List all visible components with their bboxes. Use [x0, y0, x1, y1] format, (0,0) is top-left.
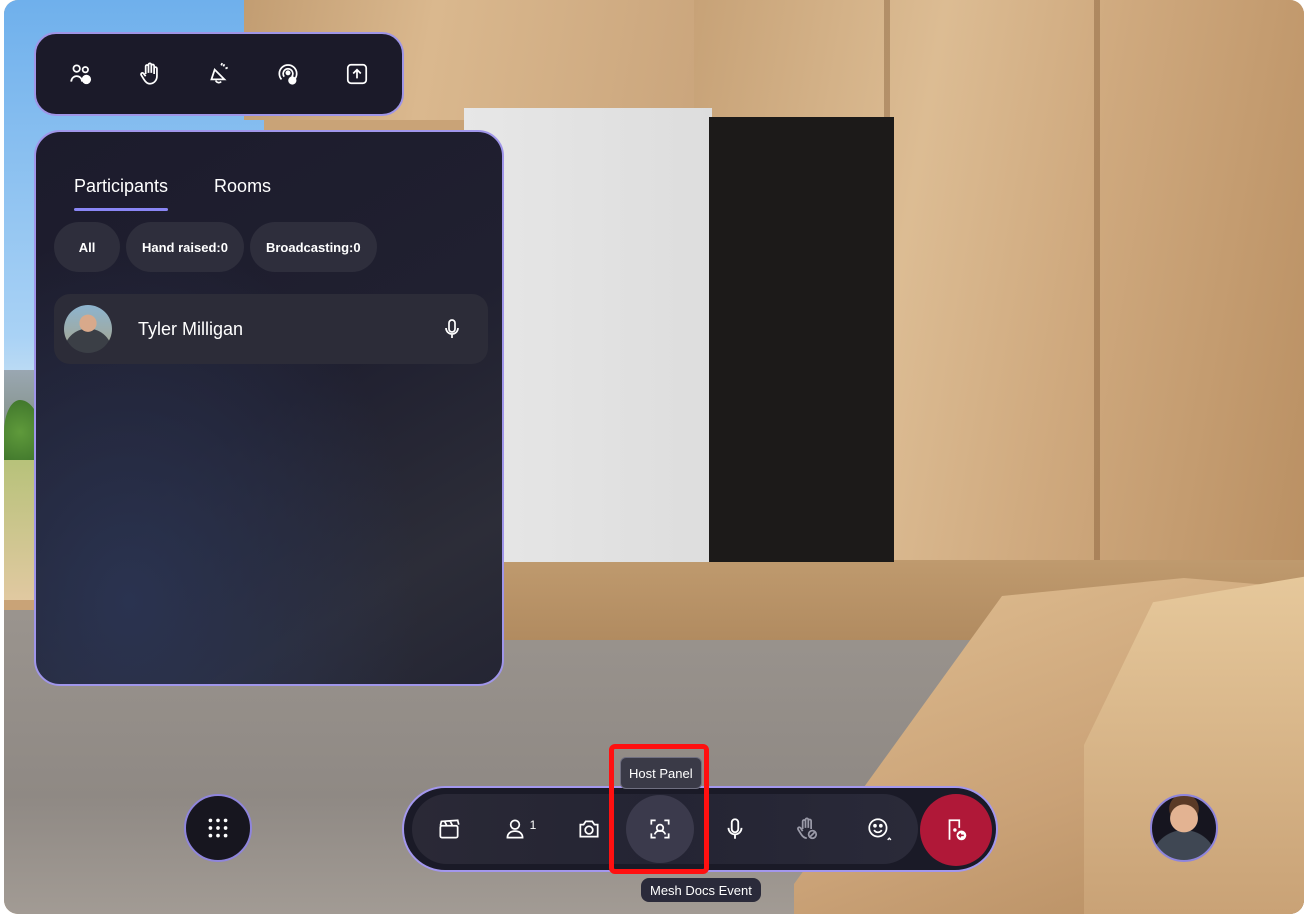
display-screen-black — [709, 117, 894, 562]
tab-rooms[interactable]: Rooms — [214, 176, 271, 211]
host-panel-tooltip: Host Panel — [620, 757, 702, 789]
raise-hand-button[interactable] — [776, 798, 838, 860]
leave-button[interactable] — [920, 794, 992, 866]
filter-broadcasting[interactable]: Broadcasting:0 — [249, 222, 377, 272]
participant-name: Tyler Milligan — [138, 318, 244, 339]
share-icon[interactable] — [335, 52, 379, 96]
apps-grid-button[interactable] — [184, 794, 252, 862]
control-bar: 1 — [402, 786, 998, 872]
filter-hand-raised[interactable]: Hand raised:0 — [126, 222, 244, 272]
leave-icon — [948, 819, 967, 841]
raise-hand-icon[interactable] — [128, 52, 172, 96]
host-panel-icon — [650, 819, 670, 839]
tab-participants[interactable]: Participants — [74, 176, 169, 211]
my-avatar-button[interactable] — [1150, 794, 1218, 862]
emoji-icon — [868, 818, 892, 841]
participant-count: 1 — [529, 818, 537, 832]
mic-button[interactable] — [704, 798, 766, 860]
camera-icon — [579, 820, 599, 838]
clapperboard-icon — [439, 819, 460, 839]
people-manage-icon[interactable] — [59, 52, 103, 96]
participant-avatar — [64, 305, 112, 353]
participants-icon — [506, 819, 524, 839]
camera-button[interactable] — [558, 798, 620, 860]
participants-button[interactable]: 1 — [488, 798, 550, 860]
grid-icon — [208, 818, 228, 838]
mic-icon[interactable] — [440, 317, 464, 341]
scene-button[interactable] — [418, 798, 480, 860]
filter-chips: All Hand raised:0 Broadcasting:0 — [54, 222, 377, 272]
host-toolbar — [34, 32, 404, 116]
mic-icon — [727, 818, 743, 839]
broadcast-icon[interactable] — [266, 52, 310, 96]
filter-all[interactable]: All — [54, 222, 120, 272]
hand-off-icon — [797, 817, 818, 840]
reactions-button[interactable] — [848, 798, 910, 860]
megaphone-icon[interactable] — [197, 52, 241, 96]
panel-tabs: Participants Rooms — [74, 176, 271, 211]
participants-panel: Participants Rooms All Hand raised:0 Bro… — [34, 130, 504, 686]
event-name-label: Mesh Docs Event — [641, 878, 761, 902]
participant-row[interactable]: Tyler Milligan — [54, 294, 488, 364]
host-panel-button[interactable] — [626, 795, 694, 863]
